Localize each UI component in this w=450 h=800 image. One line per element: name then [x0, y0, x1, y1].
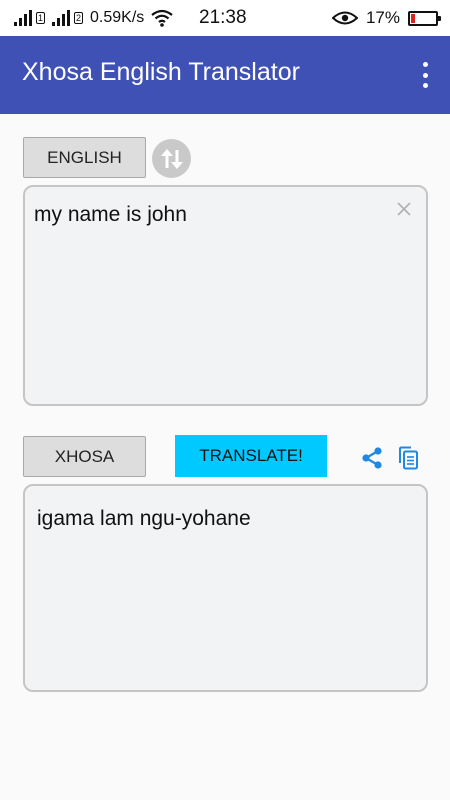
source-language-label: ENGLISH [47, 147, 122, 167]
swap-languages-icon [160, 148, 183, 169]
eye-icon [331, 11, 358, 25]
sim1-badge: 1 [36, 12, 46, 24]
source-text-area[interactable]: my name is john [23, 185, 428, 406]
battery-percent: 17% [365, 8, 400, 27]
battery-level [411, 13, 416, 23]
status-left-group: 1 2 0.59K/s [14, 7, 173, 29]
signal-icon [52, 10, 71, 26]
copy-icon[interactable] [397, 446, 419, 470]
target-language-button[interactable]: XHOSA [23, 436, 146, 477]
translation-output-area[interactable]: igama lam ngu-yohane [23, 484, 428, 692]
source-input-text: my name is john [34, 203, 187, 226]
swap-languages-button[interactable] [152, 139, 191, 178]
wifi-icon [151, 9, 173, 27]
close-icon[interactable] [396, 201, 412, 217]
clock: 21:38 [199, 7, 247, 28]
translate-button-label: TRANSLATE! [199, 446, 303, 465]
source-language-button[interactable]: ENGLISH [23, 137, 146, 178]
overflow-menu-icon[interactable] [418, 62, 432, 88]
battery-icon [408, 10, 441, 26]
sim2-badge: 2 [74, 12, 84, 24]
status-right-group: 17% [331, 8, 441, 28]
network-speed: 0.59K/s [90, 9, 145, 26]
translate-button[interactable]: TRANSLATE! [175, 435, 327, 477]
status-bar: 1 2 0.59K/s 21:38 17% [0, 0, 450, 36]
share-icon[interactable] [360, 446, 384, 470]
app-title: Xhosa English Translator [22, 58, 300, 86]
signal-icon [14, 10, 32, 26]
app-bar: Xhosa English Translator [0, 36, 450, 114]
translation-output-text: igama lam ngu-yohane [37, 507, 251, 530]
target-language-label: XHOSA [54, 446, 115, 466]
